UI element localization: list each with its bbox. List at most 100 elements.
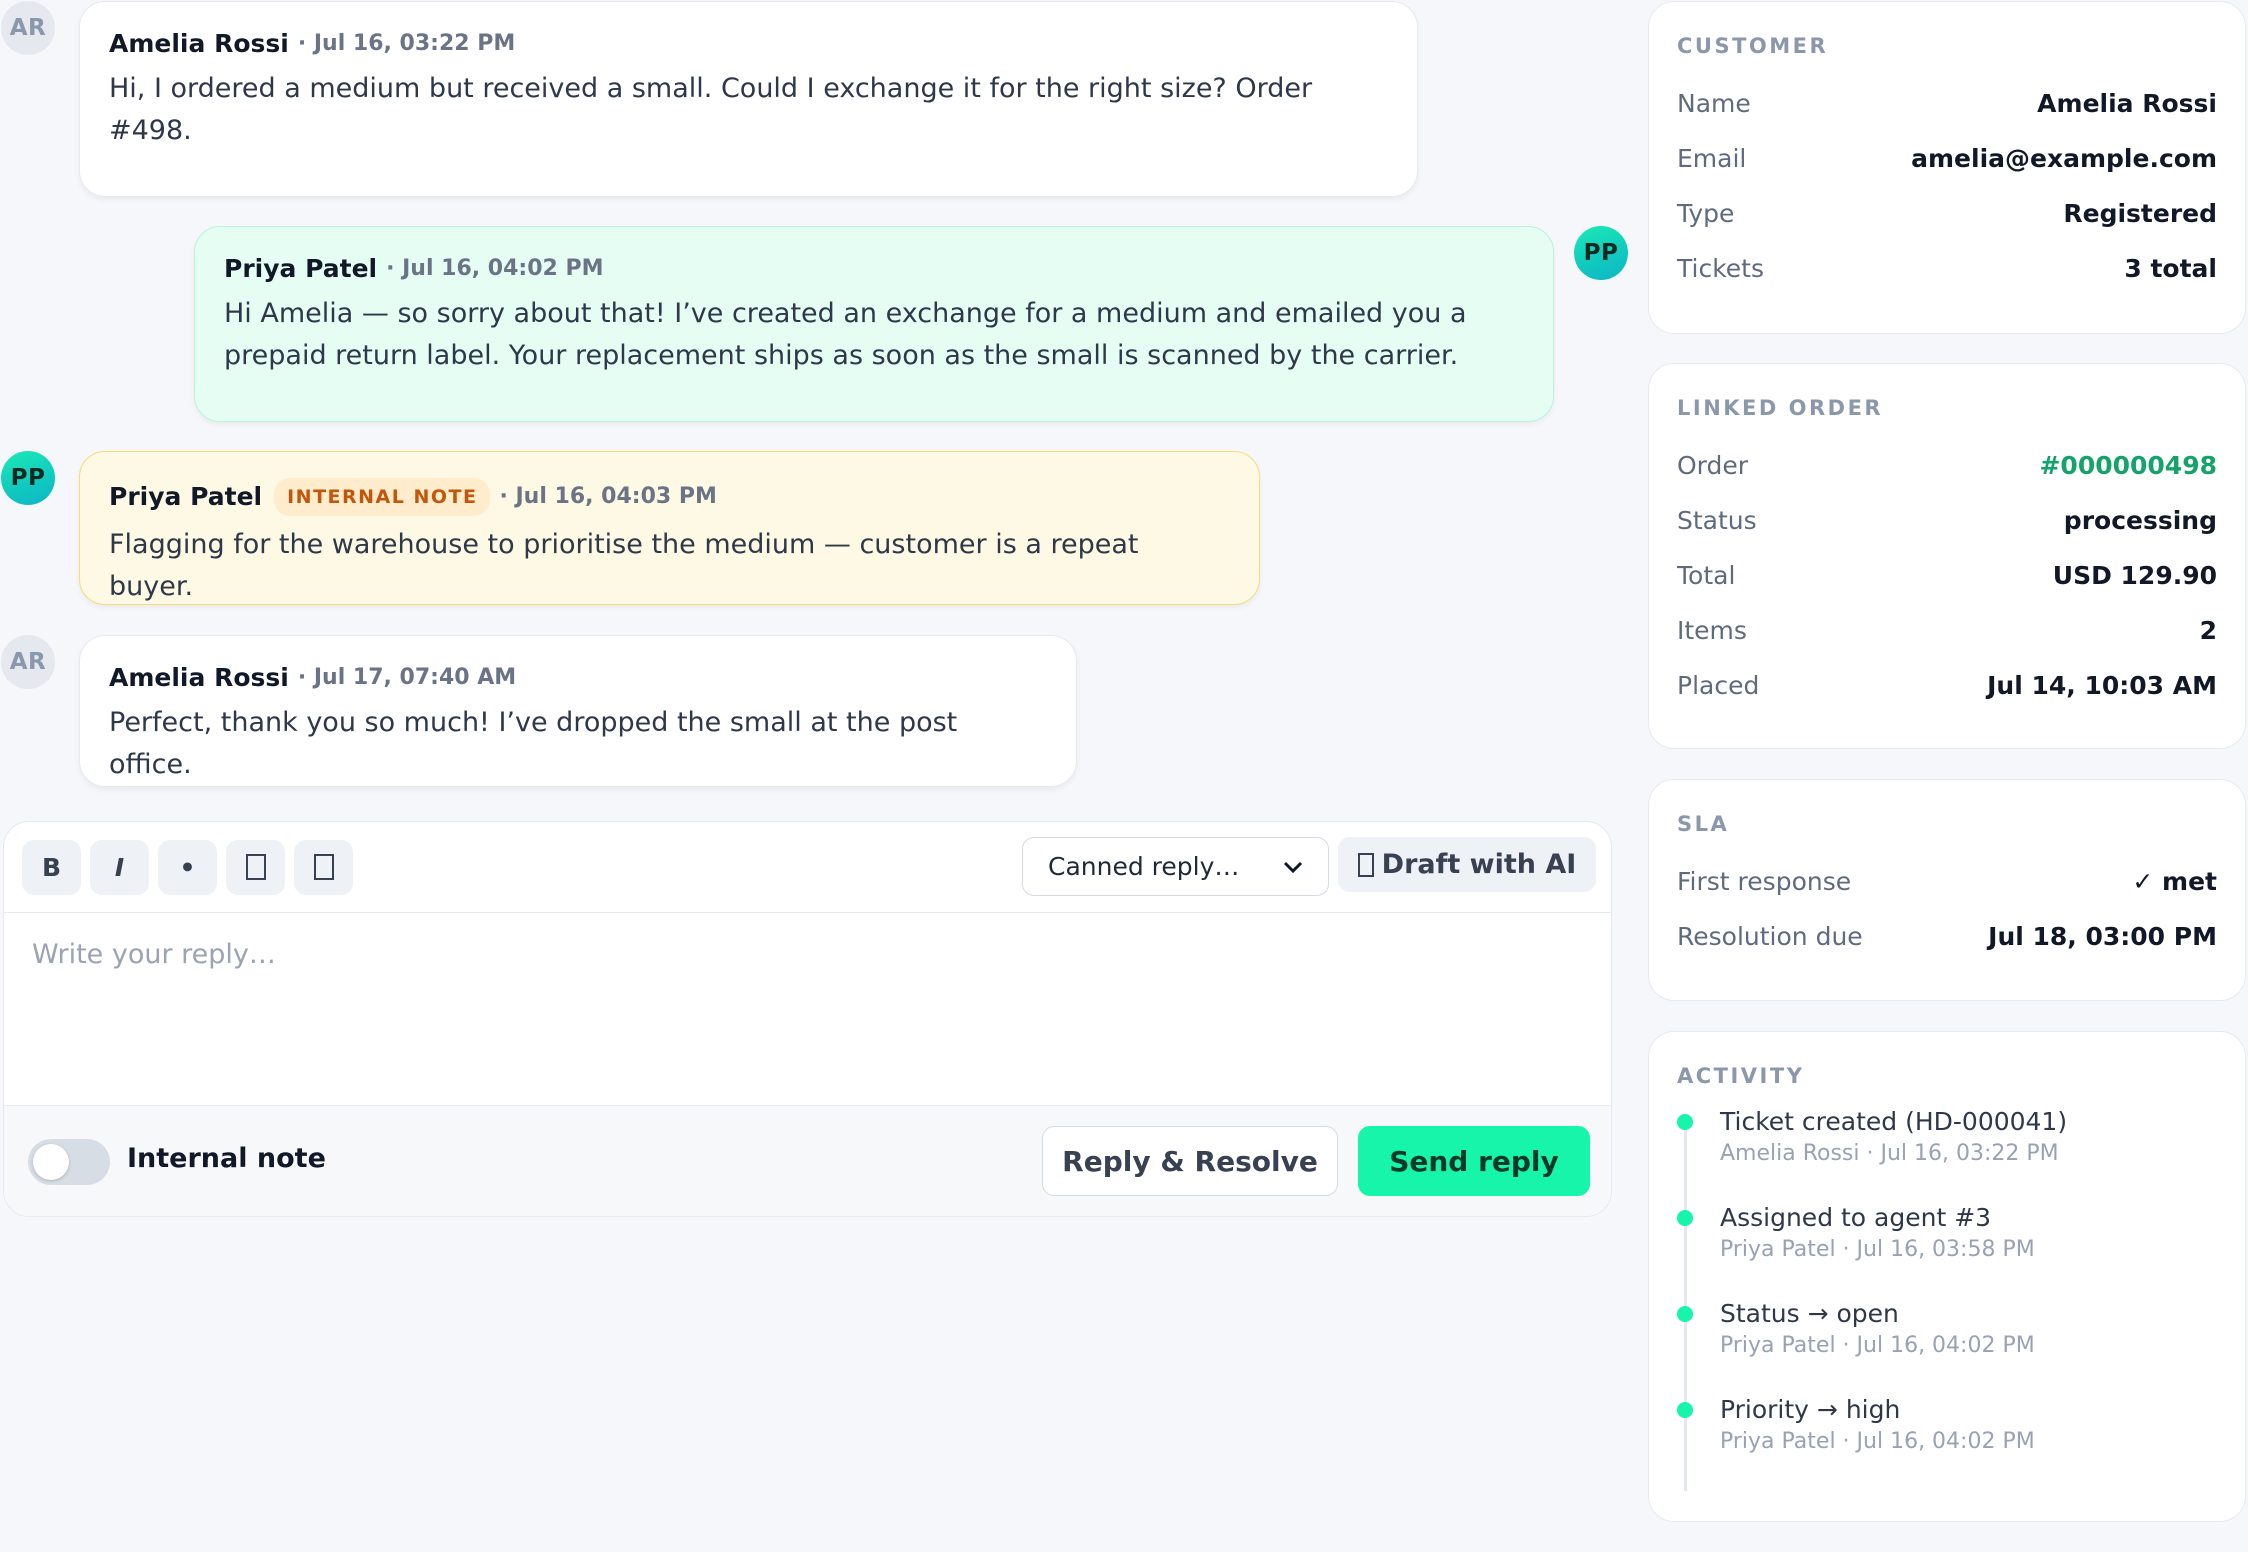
field-label: Resolution due (1677, 922, 1863, 951)
message-body: Hi, I ordered a medium but received a sm… (109, 73, 1313, 146)
timeline-dot (1677, 1210, 1693, 1226)
message-timestamp: · Jul 17, 07:40 AM (297, 665, 517, 690)
image-button[interactable] (294, 839, 353, 895)
activity-title: Status → open (1720, 1299, 1899, 1328)
field-value: 2 (2199, 616, 2217, 645)
internal-note-toggle[interactable] (28, 1139, 110, 1185)
draft-with-ai-label: Draft with AI (1381, 849, 1577, 880)
bullet-list-button[interactable]: • (158, 839, 217, 895)
field-label: Tickets (1677, 254, 1764, 283)
italic-button[interactable]: I (90, 839, 149, 895)
message-timestamp: · Jul 16, 04:03 PM (499, 484, 717, 509)
field-value: Jul 18, 03:00 PM (1988, 922, 2217, 951)
canned-reply-select[interactable]: Canned reply… (1022, 837, 1329, 896)
field-label: First response (1677, 867, 1852, 896)
field-label: Name (1677, 89, 1751, 118)
activity-item: Status → open Priya Patel · Jul 16, 04:0… (1677, 1298, 2217, 1394)
card-title: LINKED ORDER (1677, 396, 1884, 420)
message-author: Priya Patel (224, 254, 378, 283)
customer-tickets-row: Tickets 3 total (1677, 241, 2217, 296)
reply-textarea[interactable]: Write your reply… (4, 913, 1611, 1105)
bold-button[interactable]: B (22, 839, 81, 895)
activity-title: Assigned to agent #3 (1720, 1203, 1992, 1232)
card-title: CUSTOMER (1677, 34, 1829, 58)
card-title: ACTIVITY (1677, 1064, 1805, 1088)
reply-resolve-button[interactable]: Reply & Resolve (1042, 1126, 1338, 1196)
field-value: Registered (2063, 199, 2217, 228)
activity-title: Priority → high (1720, 1395, 1901, 1424)
canned-reply-value: Canned reply… (1048, 852, 1240, 881)
message-bubble: Amelia Rossi · Jul 16, 03:22 PM Hi, I or… (79, 1, 1418, 197)
field-value: amelia@example.com (1911, 144, 2217, 173)
field-value: processing (2063, 506, 2217, 535)
activity-item: Assigned to agent #3 Priya Patel · Jul 1… (1677, 1202, 2217, 1298)
order-items-row: Items 2 (1677, 603, 2217, 658)
internal-note-badge: INTERNAL NOTE (274, 478, 491, 516)
avatar: AR (1, 635, 55, 689)
field-label: Total (1677, 561, 1736, 590)
chevron-down-icon (1283, 861, 1303, 873)
internal-note-label: Internal note (127, 1143, 326, 1174)
field-label: Order (1677, 451, 1749, 480)
customer-type-row: Type Registered (1677, 186, 2217, 241)
field-label: Email (1677, 144, 1747, 173)
link-button[interactable] (226, 839, 285, 895)
timeline-line (1684, 1116, 1687, 1491)
field-label: Placed (1677, 671, 1760, 700)
avatar: AR (1, 1, 55, 55)
message-timestamp: · Jul 16, 03:22 PM (297, 31, 516, 56)
resolution-due-row: Resolution due Jul 18, 03:00 PM (1677, 909, 2217, 964)
activity-meta: Priya Patel · Jul 16, 03:58 PM (1720, 1237, 2035, 1262)
field-value: Jul 14, 10:03 AM (1987, 671, 2217, 700)
message-body: Flagging for the warehouse to prioritise… (109, 529, 1139, 602)
activity-timeline: Ticket created (HD-000041) Amelia Rossi … (1677, 1106, 2217, 1491)
activity-meta: Amelia Rossi · Jul 16, 03:22 PM (1720, 1141, 2059, 1166)
message-author: Amelia Rossi (109, 663, 289, 692)
activity-item: Ticket created (HD-000041) Amelia Rossi … (1677, 1106, 2217, 1202)
card-title: SLA (1677, 812, 1730, 836)
timeline-dot (1677, 1114, 1693, 1130)
sla-card: SLA First response ✓ met Resolution due … (1648, 779, 2246, 1001)
activity-meta: Priya Patel · Jul 16, 04:02 PM (1720, 1429, 2035, 1454)
order-number-row: Order #000000498 (1677, 438, 2217, 493)
timeline-dot (1677, 1306, 1693, 1322)
draft-with-ai-button[interactable]: Draft with AI (1338, 837, 1596, 892)
first-response-row: First response ✓ met (1677, 854, 2217, 909)
message-bubble: Amelia Rossi · Jul 17, 07:40 AM Perfect,… (79, 635, 1077, 787)
customer-card: CUSTOMER Name Amelia Rossi Email amelia@… (1648, 1, 2246, 334)
order-link[interactable]: #000000498 (2039, 451, 2217, 480)
timeline-dot (1677, 1402, 1693, 1418)
customer-email-row: Email amelia@example.com (1677, 131, 2217, 186)
avatar: PP (1, 451, 55, 505)
field-value: USD 129.90 (2052, 561, 2217, 590)
message-author: Amelia Rossi (109, 29, 289, 58)
field-label: Type (1677, 199, 1735, 228)
order-total-row: Total USD 129.90 (1677, 548, 2217, 603)
activity-item: Priority → high Priya Patel · Jul 16, 04… (1677, 1394, 2217, 1490)
message-bubble: Priya Patel · Jul 16, 04:02 PM Hi Amelia… (194, 226, 1554, 422)
order-placed-row: Placed Jul 14, 10:03 AM (1677, 658, 2217, 713)
composer-footer: Internal note Reply & Resolve Send reply (4, 1105, 1611, 1216)
field-value: ✓ met (2132, 867, 2217, 896)
activity-card: ACTIVITY Ticket created (HD-000041) Amel… (1648, 1031, 2246, 1522)
customer-name-row: Name Amelia Rossi (1677, 76, 2217, 131)
message-author: Priya Patel (109, 482, 263, 511)
activity-title: Ticket created (HD-000041) (1720, 1107, 2068, 1136)
field-label: Status (1677, 506, 1757, 535)
activity-meta: Priya Patel · Jul 16, 04:02 PM (1720, 1333, 2035, 1358)
toggle-knob (33, 1144, 69, 1180)
sparkle-icon (1357, 852, 1374, 877)
field-value: 3 total (2124, 254, 2217, 283)
link-icon (245, 854, 266, 880)
reply-composer: B I • Canned reply… Draft with AI Write … (3, 821, 1612, 1217)
composer-toolbar: B I • Canned reply… Draft with AI (4, 822, 1611, 913)
field-label: Items (1677, 616, 1747, 645)
send-reply-button[interactable]: Send reply (1358, 1126, 1590, 1196)
image-icon (313, 854, 334, 880)
message-timestamp: · Jul 16, 04:02 PM (386, 256, 604, 281)
linked-order-card: LINKED ORDER Order #000000498 Status pro… (1648, 363, 2246, 749)
avatar: PP (1574, 226, 1628, 280)
order-status-row: Status processing (1677, 493, 2217, 548)
field-value: Amelia Rossi (2037, 89, 2217, 118)
message-body: Hi Amelia — so sorry about that! I’ve cr… (224, 298, 1467, 371)
